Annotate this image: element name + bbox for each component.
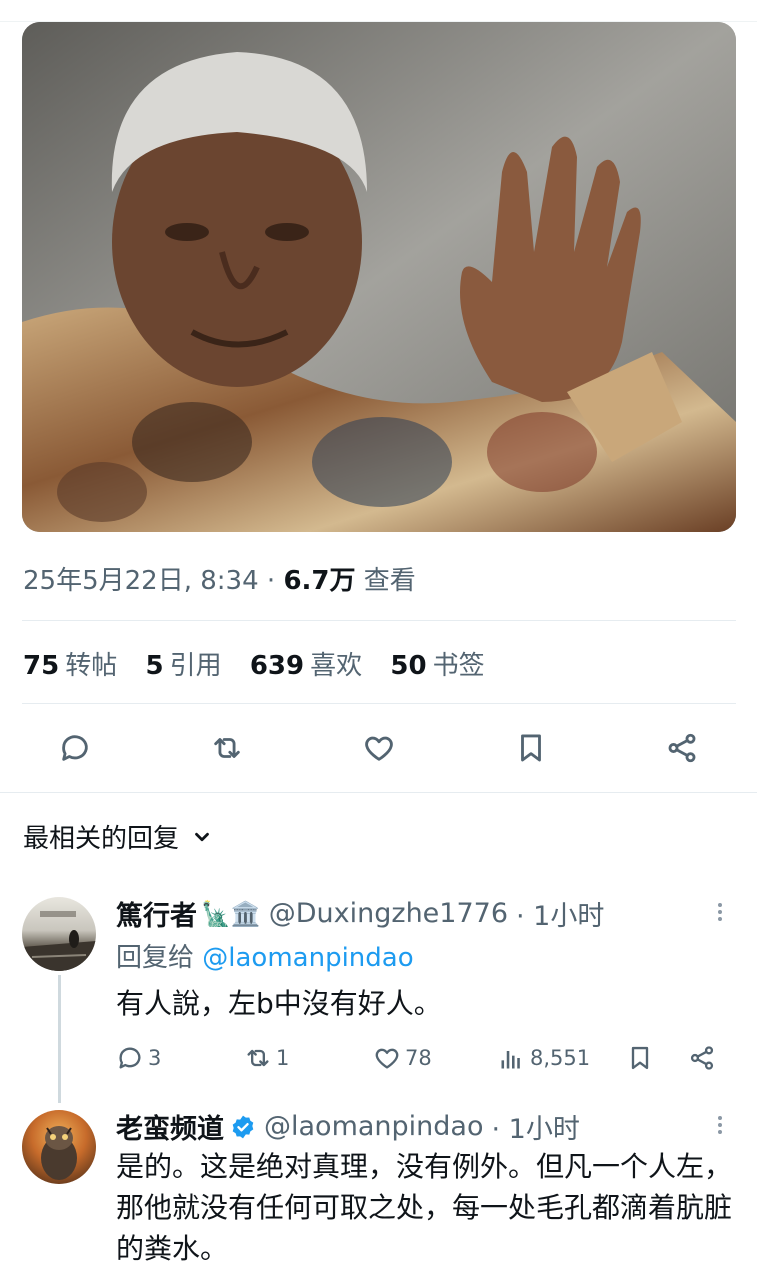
reply-2-handle[interactable]: @laomanpindao [264,1111,483,1142]
more-dot-icon [718,1116,722,1120]
avatar[interactable] [22,1110,96,1184]
replies-sort-dropdown[interactable]: 最相关的回复 [23,818,213,855]
tweet-stats: 75 转帖 5 引用 639 喜欢 50 书签 [23,645,505,682]
avatar-image [41,1126,77,1180]
stat-quotes-count: 5 [145,651,164,681]
like-icon [375,1048,399,1069]
reply-1-reply-count: 3 [148,1046,162,1070]
bookmark-button[interactable] [509,726,553,770]
share-icon [668,733,696,763]
reply-1-view-count: 8,551 [530,1046,591,1070]
stat-likes[interactable]: 639 喜欢 [250,651,362,681]
stat-bookmarks-label: 书签 [432,651,485,681]
replying-to-handle[interactable]: @laomanpindao [202,943,413,973]
views-count: 6.7万 [283,566,356,596]
reply-1-replying-to: 回复给 @laomanpindao [116,937,414,974]
views-label: 查看 [363,566,416,596]
share-button[interactable] [660,726,704,770]
tweet-photo[interactable] [22,22,736,532]
avatar[interactable] [22,897,96,971]
share-icon [690,1046,714,1070]
reply-1-display-name[interactable]: 篤行者 [116,894,197,933]
meta-separator: · [266,566,276,596]
bookmark-icon [631,1046,649,1070]
reply-2-time[interactable]: · 1小时 [491,1107,579,1146]
replying-prefix: 回复给 [116,943,203,973]
reply-1-share-button[interactable] [688,1040,720,1076]
reply-1-reply-button[interactable]: 3 [116,1040,161,1076]
repost-button[interactable] [205,726,249,770]
reply-1-repost-button[interactable]: 1 [244,1040,289,1076]
more-dot-icon [718,903,722,907]
tweet-date: 25年5月22日, 8:34 [23,566,259,596]
reply-2-header: 老蛮频道 @laomanpindao · 1小时 [116,1107,580,1146]
repost-icon [214,738,240,758]
reply-2-display-name[interactable]: 老蛮频道 [116,1107,224,1146]
stat-reposts-label: 转帖 [65,651,118,681]
thread-line [58,975,61,1103]
stat-likes-label: 喜欢 [310,651,363,681]
stat-quotes[interactable]: 5 引用 [145,651,221,681]
reply-1-repost-count: 1 [276,1046,290,1070]
reply-1-text: 有人說，左b中沒有好人。 [116,987,442,1020]
reply-1-views-button[interactable]: 8,551 [498,1040,590,1076]
reply-1-more-button[interactable] [716,900,724,930]
verified-badge-icon [232,1115,254,1138]
more-dot-icon [718,910,722,914]
bookmark-icon [521,734,541,762]
tweet-action-bar [0,726,757,770]
reply-1-like-count: 78 [405,1046,432,1070]
reply-1-bookmark-button[interactable] [626,1040,658,1076]
reply-1-handle[interactable]: @Duxingzhe1776 [269,898,508,929]
divider [22,620,736,621]
reply-icon [62,735,88,761]
reply-1-time[interactable]: · 1小时 [516,894,604,933]
stat-bookmarks-count: 50 [390,651,427,681]
reply-2-more-button[interactable] [716,1113,724,1143]
avatar-image [22,911,96,971]
stat-quotes-label: 引用 [169,651,222,681]
repost-icon [247,1049,269,1067]
reply-1-actions: 3 1 78 8,551 [0,1040,757,1076]
divider [22,703,736,704]
reply-1-name-emojis: 🗽🏛️ [201,899,261,928]
tweet-meta: 25年5月22日, 8:34 · 6.7万 查看 [23,560,416,597]
photo-illustration [22,22,736,532]
more-dot-icon [718,917,722,921]
views-icon [501,1051,520,1069]
reply-1-like-button[interactable]: 78 [373,1040,432,1076]
chevron-down-icon [195,832,209,841]
reply-1-header: 篤行者 🗽🏛️ @Duxingzhe1776 · 1小时 [116,894,604,933]
replies-sort-label: 最相关的回复 [23,824,180,854]
stat-likes-count: 639 [249,651,305,681]
stat-reposts-count: 75 [23,651,60,681]
stat-reposts[interactable]: 75 转帖 [23,651,117,681]
stat-bookmarks[interactable]: 50 书签 [390,651,484,681]
like-button[interactable] [357,726,401,770]
reply-button[interactable] [53,726,97,770]
like-icon [365,736,393,761]
more-dot-icon [718,1123,722,1127]
more-dot-icon [718,1130,722,1134]
section-divider [0,792,757,793]
reply-icon [119,1047,141,1069]
reply-2-text: 是的。这是绝对真理，没有例外。但凡一个人左，那他就没有任何可取之处，每一处毛孔都… [116,1150,733,1265]
